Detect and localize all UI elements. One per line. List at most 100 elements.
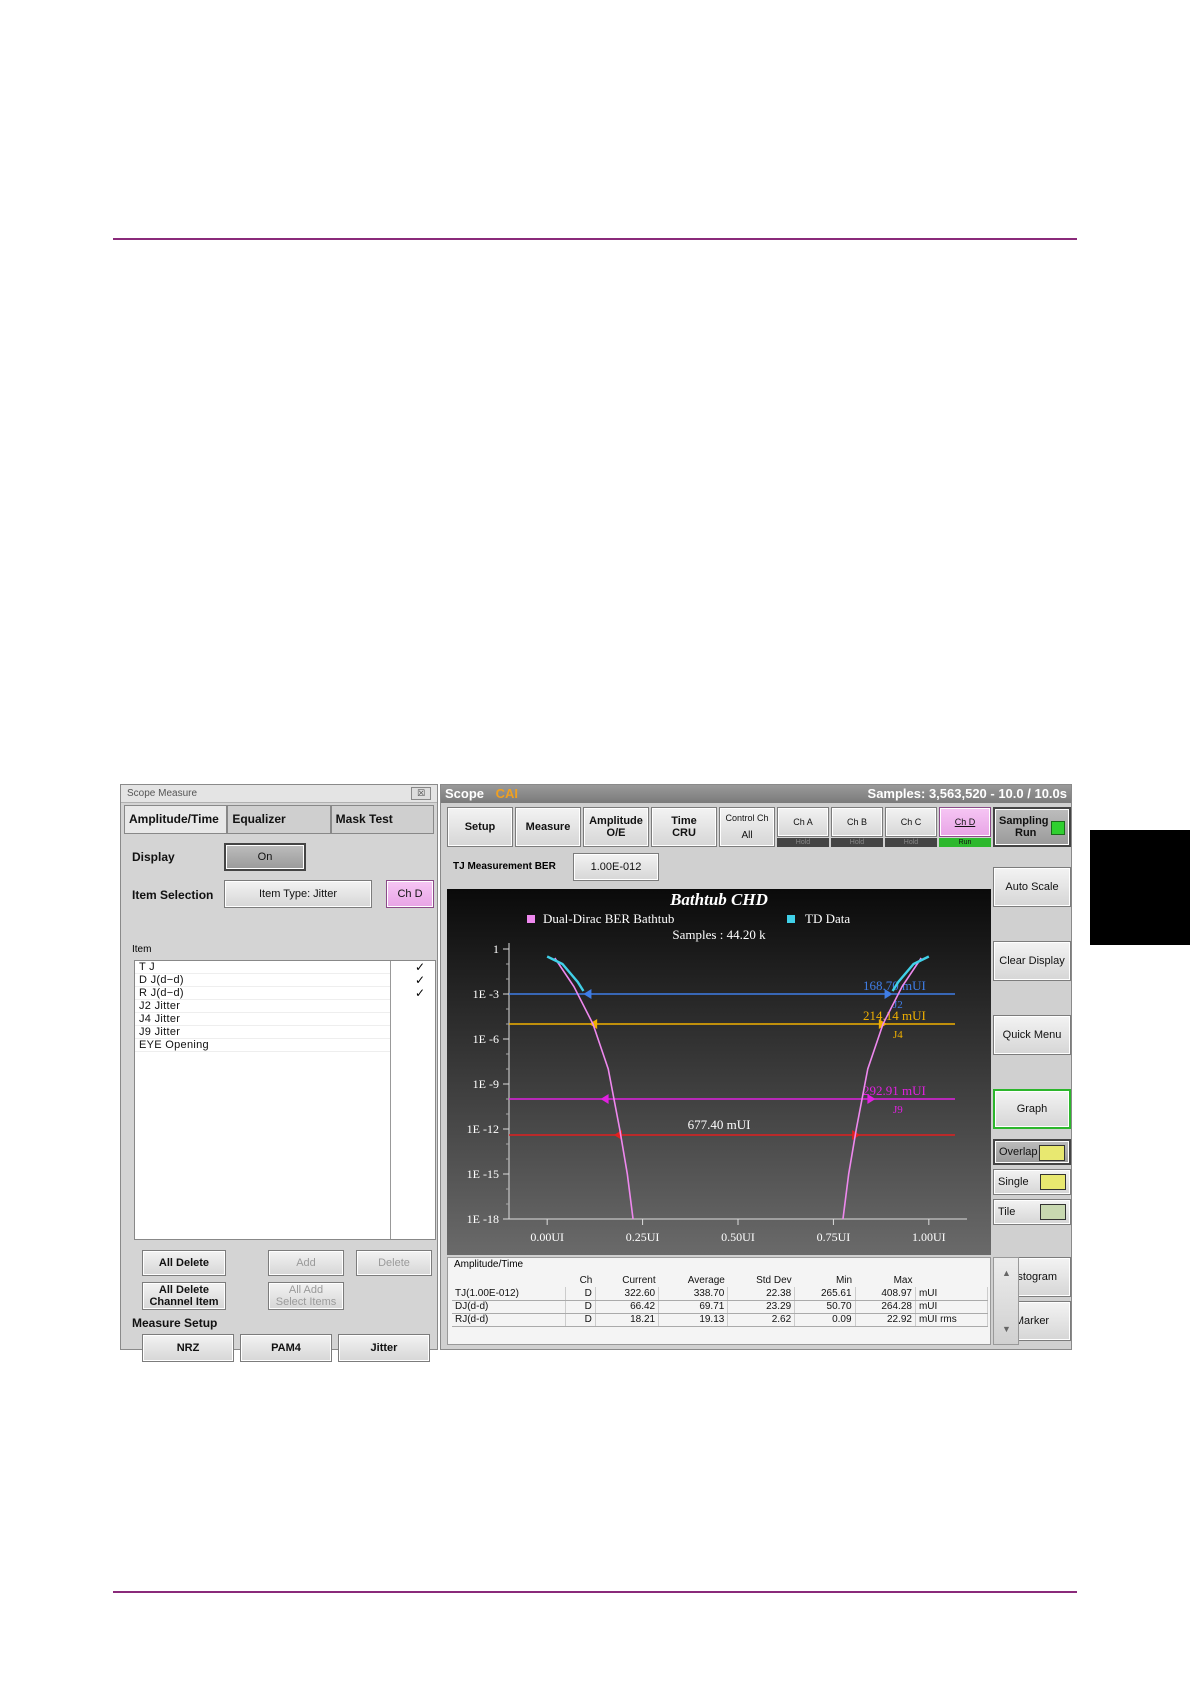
table-cell: 322.60 [595,1287,660,1301]
table-cell: mUI [915,1300,989,1314]
tile-button[interactable]: Tile [993,1199,1071,1225]
table-cell: 66.42 [595,1300,660,1314]
list-item[interactable]: J9 Jitter [135,1026,390,1039]
jitter-button[interactable]: Jitter [338,1334,430,1362]
channel-button[interactable]: Ch D [386,880,434,908]
display-label: Display [132,850,175,864]
table-cell: 22.38 [727,1287,796,1301]
ch-a-button[interactable]: Ch A [777,807,829,837]
all-delete-channel-item-button[interactable]: All Delete Channel Item [142,1282,226,1310]
quick-menu-button[interactable]: Quick Menu [993,1015,1071,1055]
scope-window: Scope CAI Samples: 3,563,520 - 10.0 / 10… [440,784,1072,1350]
item-selection-label: Item Selection [132,888,214,902]
tab-mask-test[interactable]: Mask Test [330,805,434,833]
ch-b-button[interactable]: Ch B [831,807,883,837]
table-row[interactable]: DJ(d-d) D 66.42 69.71 23.29 50.70 264.28… [452,1300,989,1314]
table-cell: 2.62 [727,1313,796,1327]
tj-ber-value-button[interactable]: 1.00E-012 [573,853,659,881]
add-button[interactable]: Add [268,1250,344,1276]
x-tick-label: 0.25UI [626,1230,660,1244]
sampling-run-button[interactable]: Sampling Run [993,807,1071,847]
sampling-line1: Sampling [999,815,1049,827]
level-marker-left [600,1094,609,1104]
ch-c-button[interactable]: Ch C [885,807,937,837]
results-table-panel: Amplitude/Time Ch Current Average Std De… [447,1257,991,1345]
panel-title: Scope Measure [127,788,198,799]
bathtub-curve-left [554,957,634,1220]
check-icon[interactable]: ✓ [393,961,435,974]
level-value-label: 292.91 mUI [863,1083,926,1098]
all-delete-channel-line1: All Delete [158,1284,210,1296]
table-row[interactable]: RJ(d-d) D 18.21 19.13 2.62 0.09 22.92 mU… [452,1313,989,1327]
table-cell: 23.29 [727,1300,796,1314]
amplitude-line2: O/E [606,827,626,839]
table-cell: DJ(d-d) [452,1300,566,1314]
time-button[interactable]: Time CRU [651,807,717,847]
level-tag-label: J4 [893,1029,903,1041]
measure-button[interactable]: Measure [515,807,581,847]
table-header: Average [687,1275,725,1286]
tile-icon [1040,1204,1066,1220]
table-row[interactable]: TJ(1.00E-012) D 322.60 338.70 22.38 265.… [452,1287,989,1301]
scroll-up-icon[interactable]: ▲ [1002,1268,1011,1278]
item-check-column: ✓ ✓ ✓ [393,961,435,1000]
table-cell: 50.70 [794,1300,856,1314]
pam4-button[interactable]: PAM4 [240,1334,332,1362]
list-item[interactable]: J2 Jitter [135,1000,390,1013]
setup-button[interactable]: Setup [447,807,513,847]
control-ch-line1: Control Ch [725,813,769,823]
nrz-button[interactable]: NRZ [142,1334,234,1362]
all-delete-button[interactable]: All Delete [142,1250,226,1276]
table-cell: D [565,1287,596,1301]
time-line2: CRU [672,827,696,839]
table-header: Max [893,1275,913,1286]
list-item[interactable]: D J(d−d) [135,974,390,987]
all-add-select-items-button[interactable]: All Add Select Items [268,1282,344,1310]
delete-button[interactable]: Delete [356,1250,432,1276]
list-item[interactable]: T J [135,961,390,974]
check-icon[interactable]: ✓ [393,987,435,1000]
table-cell: 0.09 [794,1313,856,1327]
table-cell: mUI rms [915,1313,989,1327]
graph-button[interactable]: Graph [993,1089,1071,1129]
chart-title: Bathtub CHD [669,890,768,909]
clear-display-button[interactable]: Clear Display [993,941,1071,981]
display-toggle-button[interactable]: On [224,843,306,871]
table-cell: RJ(d-d) [452,1313,566,1327]
scroll-down-icon[interactable]: ▼ [1002,1324,1011,1334]
item-list[interactable]: T J D J(d−d) R J(d−d) J2 Jitter J4 Jitte… [134,960,436,1240]
table-cell: 19.13 [658,1313,729,1327]
list-item[interactable]: EYE Opening [135,1039,390,1052]
results-table: Ch Current Average Std Dev Min Max TJ(1.… [452,1274,989,1327]
list-item[interactable]: R J(d−d) [135,987,390,1000]
chapter-tab [1090,830,1190,945]
measure-setup-label: Measure Setup [132,1316,218,1330]
all-add-line1: All Add [288,1284,324,1296]
y-tick-label: 1E -18 [467,1212,499,1226]
single-button[interactable]: Single [993,1169,1071,1195]
ch-c-status: Hold [885,838,937,847]
ch-b-status: Hold [831,838,883,847]
table-cell: 69.71 [658,1300,729,1314]
item-type-button[interactable]: Item Type: Jitter [224,880,372,908]
table-cell: 264.28 [855,1300,916,1314]
check-icon[interactable]: ✓ [393,974,435,987]
close-icon[interactable]: ☒ [411,787,431,800]
list-item[interactable]: J4 Jitter [135,1013,390,1026]
run-indicator-icon [1051,821,1065,835]
auto-scale-button[interactable]: Auto Scale [993,867,1071,907]
table-cell: D [565,1313,596,1327]
level-marker-left [583,989,592,999]
measure-tabs: Amplitude/Time Equalizer Mask Test [124,805,434,833]
results-scrollbar[interactable]: ▲ ▼ [993,1257,1019,1345]
overlap-button[interactable]: Overlap [993,1139,1071,1165]
tab-amplitude-time[interactable]: Amplitude/Time [124,805,228,833]
control-ch-button[interactable]: Control Ch All [719,807,775,847]
sampling-line2: Run [1015,827,1037,839]
amplitude-button[interactable]: Amplitude O/E [583,807,649,847]
ch-d-button[interactable]: Ch D [939,807,991,837]
overlap-label: Overlap [999,1146,1038,1158]
tab-equalizer[interactable]: Equalizer [227,805,331,833]
overlap-icon [1039,1145,1065,1161]
table-cell: D [565,1300,596,1314]
